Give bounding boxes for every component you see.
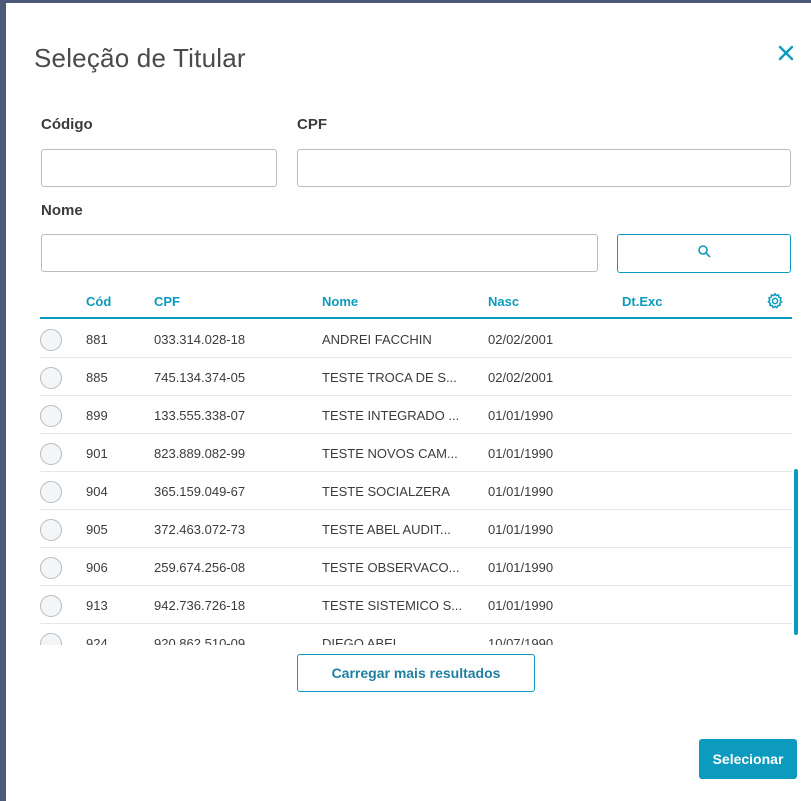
cell-nasc: 01/01/1990 bbox=[488, 408, 554, 423]
column-header-dtexc[interactable]: Dt.Exc bbox=[622, 294, 662, 309]
cell-cod: 899 bbox=[86, 408, 108, 423]
table-row[interactable]: 881 033.314.028-18 ANDREI FACCHIN 02/02/200… bbox=[40, 320, 792, 358]
cell-cod: 924 bbox=[86, 636, 108, 645]
cell-cpf: 942.736.726-18 bbox=[154, 598, 246, 613]
search-icon bbox=[697, 244, 711, 263]
cell-cpf: 920.862.510-09 bbox=[154, 636, 246, 645]
table-row[interactable]: 905 372.463.072-73 TESTE ABEL AUDIT... 01/0… bbox=[40, 510, 792, 548]
table-row[interactable]: 906 259.674.256-08 TESTE OBSERVACO... 01/01… bbox=[40, 548, 792, 586]
cell-nome: TESTE INTEGRADO ... bbox=[322, 408, 460, 423]
selection-dialog: Seleção de Titular Código CPF Nome Cód C… bbox=[6, 3, 811, 801]
cell-cod: 885 bbox=[86, 370, 108, 385]
cell-cod: 904 bbox=[86, 484, 108, 499]
row-select-radio[interactable] bbox=[40, 633, 62, 645]
cell-nasc: 01/01/1990 bbox=[488, 522, 554, 537]
codigo-input[interactable] bbox=[41, 149, 277, 187]
cell-nasc: 01/01/1990 bbox=[488, 560, 554, 575]
cell-cpf: 365.159.049-67 bbox=[154, 484, 246, 499]
row-select-radio[interactable] bbox=[40, 519, 62, 541]
row-select-radio[interactable] bbox=[40, 443, 62, 465]
cell-nasc: 02/02/2001 bbox=[488, 370, 554, 385]
codigo-label: Código bbox=[41, 116, 93, 133]
cell-cod: 881 bbox=[86, 332, 108, 347]
cell-cpf: 133.555.338-07 bbox=[154, 408, 246, 423]
table-scrollbar[interactable] bbox=[794, 469, 798, 635]
nome-input[interactable] bbox=[41, 234, 598, 272]
cell-nome: TESTE TROCA DE S... bbox=[322, 370, 457, 385]
column-header-nome[interactable]: Nome bbox=[322, 294, 358, 309]
row-select-radio[interactable] bbox=[40, 557, 62, 579]
search-button[interactable] bbox=[617, 234, 791, 273]
row-select-radio[interactable] bbox=[40, 595, 62, 617]
column-header-cod[interactable]: Cód bbox=[86, 294, 111, 309]
cell-nome: TESTE ABEL AUDIT... bbox=[322, 522, 451, 537]
select-button[interactable]: Selecionar bbox=[699, 739, 797, 779]
cell-cod: 906 bbox=[86, 560, 108, 575]
cell-nome: TESTE NOVOS CAM... bbox=[322, 446, 458, 461]
cell-nome: TESTE OBSERVACO... bbox=[322, 560, 460, 575]
cell-cpf: 823.889.082-99 bbox=[154, 446, 246, 461]
table-row[interactable]: 901 823.889.082-99 TESTE NOVOS CAM... 01/01… bbox=[40, 434, 792, 472]
cpf-label: CPF bbox=[297, 116, 327, 133]
row-select-radio[interactable] bbox=[40, 329, 62, 351]
table-row[interactable]: 904 365.159.049-67 TESTE SOCIALZERA 01/01/1… bbox=[40, 472, 792, 510]
cell-cpf: 259.674.256-08 bbox=[154, 560, 246, 575]
table-row[interactable]: 913 942.736.726-18 TESTE SISTEMICO S... 01/… bbox=[40, 586, 792, 624]
dialog-title: Seleção de Titular bbox=[34, 43, 246, 73]
column-header-cpf[interactable]: CPF bbox=[154, 294, 180, 309]
cell-cod: 901 bbox=[86, 446, 108, 461]
close-icon[interactable] bbox=[776, 43, 800, 67]
load-more-button[interactable]: Carregar mais resultados bbox=[297, 654, 535, 692]
cell-nome: ANDREI FACCHIN bbox=[322, 332, 432, 347]
column-header-nasc[interactable]: Nasc bbox=[488, 294, 519, 309]
cell-nome: DIEGO ABEL bbox=[322, 636, 401, 645]
table-row[interactable]: 924 920.862.510-09 DIEGO ABEL 10/07/1990 bbox=[40, 624, 792, 645]
cell-nasc: 02/02/2001 bbox=[488, 332, 554, 347]
row-select-radio[interactable] bbox=[40, 367, 62, 389]
cell-nasc: 01/01/1990 bbox=[488, 484, 554, 499]
results-table: Cód CPF Nome Nasc Dt.Exc 881 033.314.028-… bbox=[40, 285, 792, 645]
cell-nome: TESTE SOCIALZERA bbox=[322, 484, 450, 499]
table-row[interactable]: 885 745.134.374-05 TESTE TROCA DE S... 02/0… bbox=[40, 358, 792, 396]
cpf-input[interactable] bbox=[297, 149, 791, 187]
row-select-radio[interactable] bbox=[40, 405, 62, 427]
gear-icon[interactable] bbox=[766, 292, 784, 310]
cell-cod: 913 bbox=[86, 598, 108, 613]
cell-cpf: 033.314.028-18 bbox=[154, 332, 246, 347]
table-header: Cód CPF Nome Nasc Dt.Exc bbox=[40, 285, 792, 319]
cell-nasc: 01/01/1990 bbox=[488, 598, 554, 613]
cell-nome: TESTE SISTEMICO S... bbox=[322, 598, 463, 613]
cell-cod: 905 bbox=[86, 522, 108, 537]
nome-label: Nome bbox=[41, 202, 83, 219]
row-select-radio[interactable] bbox=[40, 481, 62, 503]
cell-cpf: 745.134.374-05 bbox=[154, 370, 246, 385]
cell-cpf: 372.463.072-73 bbox=[154, 522, 246, 537]
table-row[interactable]: 899 133.555.338-07 TESTE INTEGRADO ... 01/0… bbox=[40, 396, 792, 434]
cell-nasc: 01/01/1990 bbox=[488, 446, 554, 461]
cell-nasc: 10/07/1990 bbox=[488, 636, 554, 645]
